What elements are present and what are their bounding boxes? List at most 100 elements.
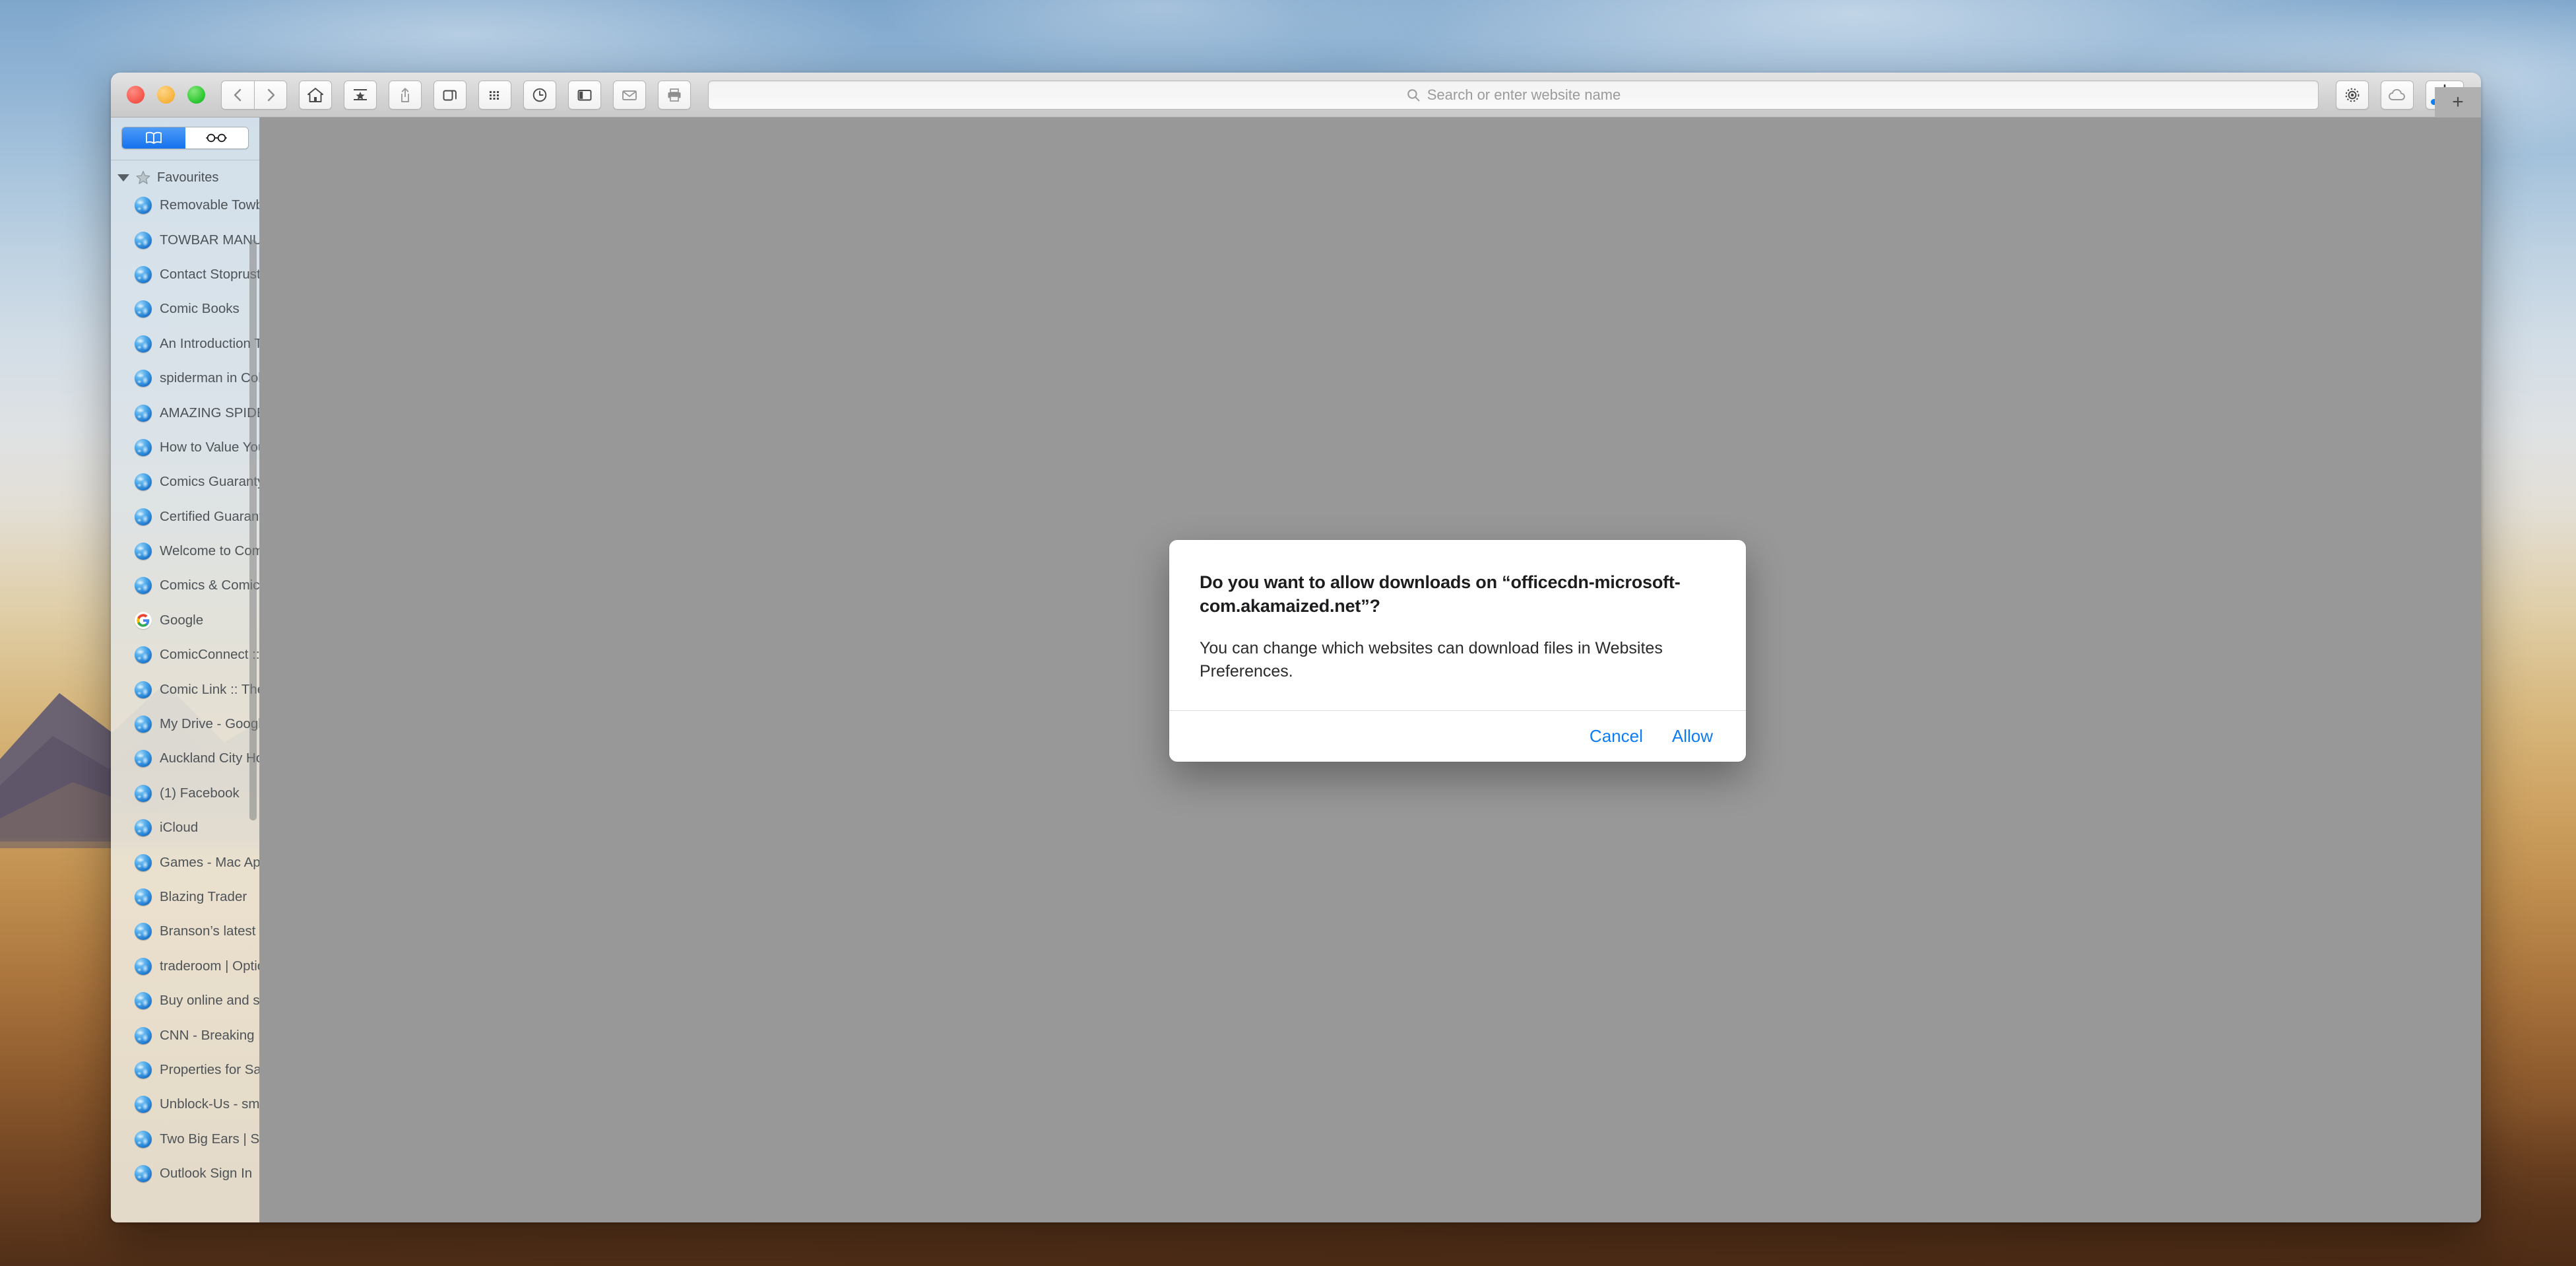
bookmark-star-icon [352,86,369,104]
bookmark-row[interactable]: TOWBAR MANUFACTUR... [111,222,259,257]
globe-favicon-icon [135,473,152,491]
bookmark-row[interactable]: AMAZING SPIDER-MAN... [111,395,259,430]
address-bar[interactable]: Search or enter website name [708,80,2319,110]
favourites-section-header[interactable]: Favourites [111,167,259,188]
globe-favicon-icon [135,888,152,906]
bookmark-label: (1) Facebook [160,785,240,801]
bookmark-row[interactable]: Welcome to ComicsPric... [111,534,259,568]
bookmark-row[interactable]: Branson’s latest leaked i... [111,914,259,949]
allow-button[interactable]: Allow [1672,726,1713,747]
chevron-down-icon[interactable] [117,174,129,182]
bookmark-label: CNN - Breaking News, U... [160,1027,259,1043]
globe-favicon-icon [135,335,152,352]
bookmark-label: Blazing Trader [160,889,247,904]
globe-favicon-icon [135,853,152,871]
globe-favicon-icon [135,716,152,733]
tab-overview-button[interactable] [434,80,467,110]
share-button[interactable] [389,80,422,110]
bookmark-row[interactable]: Contact Stoprust & Tow... [111,257,259,292]
bookmark-label: Auckland City Houses fo... [160,750,259,766]
bookmark-row[interactable]: traderoom | OptionBit™ [111,949,259,983]
new-tab-button[interactable]: + [2435,87,2481,117]
tab-reading-list[interactable] [185,127,248,149]
bookmark-label: spiderman in Collectible... [160,370,259,386]
favourites-label: Favourites [157,170,219,185]
icloud-tabs-button[interactable] [2381,80,2414,110]
bookmark-label: Comic Link :: The Online... [160,681,259,697]
minimize-button[interactable] [157,86,175,104]
clock-icon [531,86,548,104]
navigation-buttons [221,80,287,110]
bookmark-row[interactable]: (1) Facebook [111,776,259,811]
globe-favicon-icon [135,784,152,802]
bookmark-label: An Introduction To Colle... [160,335,259,351]
bookmark-row[interactable]: Comics & Comic Art | H... [111,568,259,603]
dialog-title: Do you want to allow downloads on “offic… [1200,572,1681,616]
zoom-button[interactable] [187,86,205,104]
bookmark-label: Comics & Comic Art | H... [160,578,259,593]
bookmark-row[interactable]: Comic Books [111,292,259,326]
bookmark-row[interactable]: Unblock-Us - smarter fa... [111,1087,259,1121]
settings-button[interactable] [2336,80,2369,110]
bookmark-row[interactable]: CNN - Breaking News, U... [111,1018,259,1052]
tab-bookmarks[interactable] [122,127,185,149]
bookmark-row[interactable]: My Drive - Google Drive [111,707,259,741]
globe-favicon-icon [135,1130,152,1148]
bookmark-row[interactable]: Google [111,603,259,638]
bookmark-label: Google [160,612,204,628]
bookmark-row[interactable]: Auckland City Houses fo... [111,741,259,776]
bookmark-row[interactable]: Certified Guaranty Com... [111,500,259,534]
mail-button[interactable] [613,80,646,110]
sidebar-toggle-button[interactable] [568,80,601,110]
globe-favicon-icon [135,750,152,768]
bookmark-rows: Removable Towbar for B... TOWBAR MANUFACT… [111,188,259,1191]
bookmark-row[interactable]: Outlook Sign In [111,1156,259,1191]
bookmark-row[interactable]: Comic Link :: The Online... [111,672,259,706]
bookmark-row[interactable]: How to Value Your Comi... [111,430,259,465]
glasses-icon [206,132,228,144]
bookmark-label: AMAZING SPIDER-MAN... [160,405,259,420]
globe-favicon-icon [135,508,152,525]
bookmark-label: Games - Mac App Store... [160,854,259,870]
globe-favicon-icon [135,370,152,387]
bookmark-label: TOWBAR MANUFACTUR... [160,232,259,248]
bookmark-label: Buy online and sell with... [160,993,259,1009]
globe-favicon-icon [135,646,152,664]
globe-favicon-icon [135,992,152,1010]
bookmark-row[interactable]: An Introduction To Colle... [111,327,259,361]
bookmark-row[interactable]: Games - Mac App Store... [111,845,259,879]
sidebar-tabs-container [111,117,259,160]
bookmark-row[interactable]: Removable Towbar for B... [111,188,259,222]
cancel-button[interactable]: Cancel [1590,726,1643,747]
bookmarks-list[interactable]: Favourites Removable Towbar for B... TOWB… [111,160,259,1222]
forward-button[interactable] [254,80,287,110]
bookmark-row[interactable]: Blazing Trader [111,880,259,914]
back-button[interactable] [221,80,254,110]
bookmark-label: My Drive - Google Drive [160,716,259,732]
home-button[interactable] [299,80,332,110]
bookmark-row[interactable]: spiderman in Collectible... [111,361,259,395]
bookmark-label: Properties for Sale - real... [160,1061,259,1077]
sidebar-scrollbar[interactable] [249,240,257,820]
globe-favicon-icon [135,957,152,975]
search-icon [1406,88,1421,102]
bookmark-label: traderoom | OptionBit™ [160,958,259,974]
print-button[interactable] [658,80,691,110]
tab-overview-icon [441,86,459,104]
bookmark-row[interactable]: Properties for Sale - real... [111,1053,259,1087]
bookmark-row[interactable]: Buy online and sell with... [111,983,259,1018]
globe-favicon-icon [135,197,152,215]
globe-favicon-icon [135,265,152,283]
top-sites-button[interactable] [478,80,511,110]
globe-favicon-icon [135,819,152,837]
bookmarks-button[interactable] [344,80,377,110]
globe-favicon-icon [135,438,152,456]
history-button[interactable] [523,80,556,110]
bookmark-row[interactable]: Comics Guaranty - Wiki... [111,465,259,499]
close-button[interactable] [127,86,145,104]
bookmarks-sidebar: Favourites Removable Towbar for B... TOWB… [111,117,260,1222]
bookmark-row[interactable]: Two Big Ears | Smile! Yo... [111,1122,259,1156]
bookmark-row[interactable]: ComicConnect :: The On... [111,638,259,672]
address-bar-placeholder: Search or enter website name [1406,86,1621,104]
bookmark-row[interactable]: iCloud [111,811,259,845]
